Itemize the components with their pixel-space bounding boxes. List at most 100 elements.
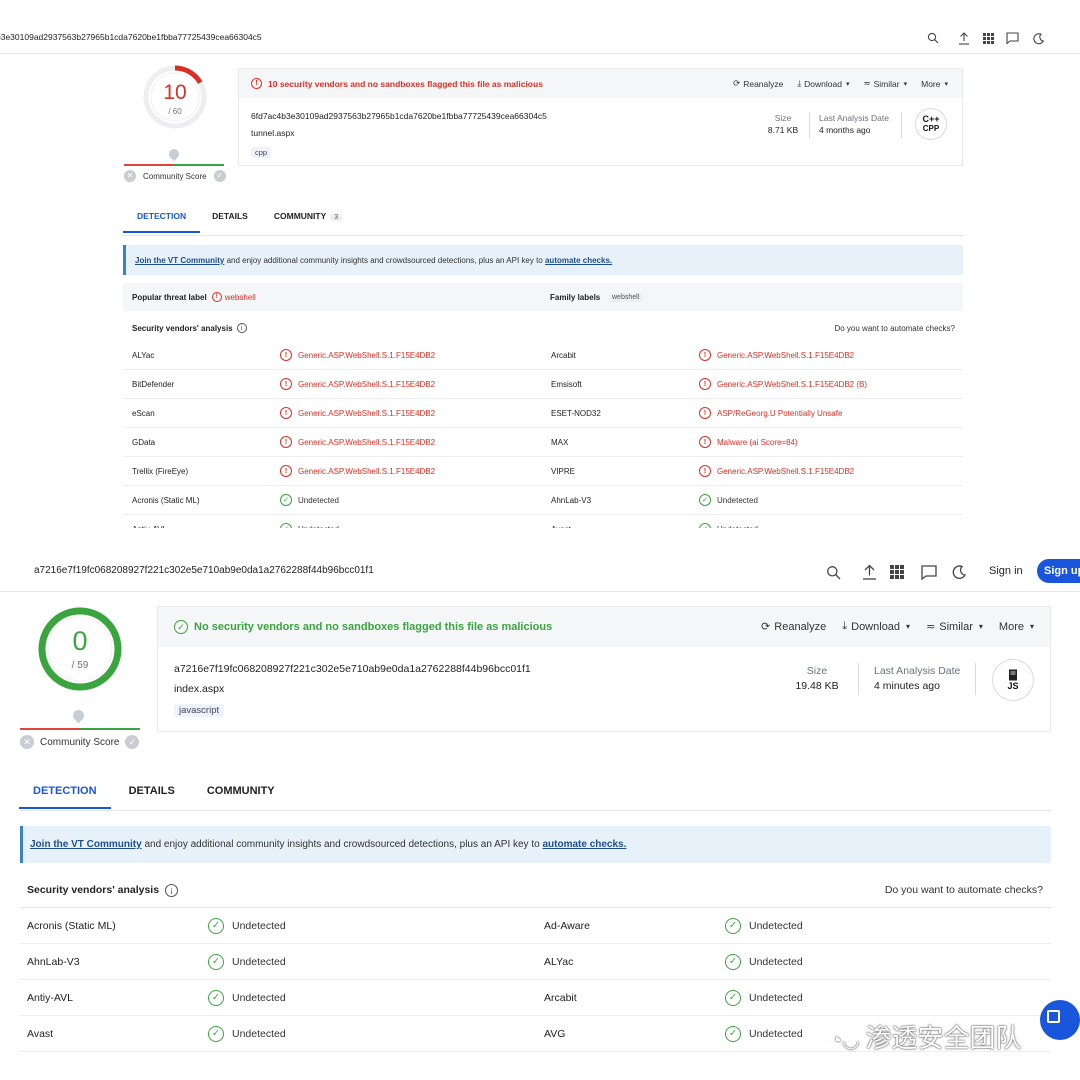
vendor-name: ALYac (544, 955, 574, 968)
search-icon[interactable] (924, 32, 942, 44)
undetected-result: ✓ Undetected (208, 917, 286, 934)
file-hash: 6fd7ac4b3e30109ad2937563b27965b1cda7620b… (251, 111, 547, 121)
result-label: Undetected (232, 955, 286, 968)
result-label: Undetected (232, 991, 286, 1004)
detection-score-total: / 59 (71, 660, 89, 671)
more-button[interactable]: More ▾ (999, 621, 1034, 633)
vote-down-icon[interactable]: ✕ (124, 170, 136, 182)
undetected-result: ✓ Undetected (208, 989, 286, 1006)
detection-score-value: 10 (163, 81, 187, 104)
file-tag[interactable]: javascript (174, 704, 225, 717)
tab-community[interactable]: COMMUNITY (207, 785, 275, 797)
vote-up-icon[interactable]: ✓ (213, 170, 226, 182)
vendor-name: BitDefender (132, 379, 175, 389)
detection-result: ! Generic.ASP.WebShell.S.1.F15E4DB2 (280, 378, 435, 390)
vendor-row: Antiy-AVL ✓ Undetected Avast ✓ Undetected (123, 515, 963, 528)
download-icon: ⤓ (842, 620, 848, 632)
family-label-chip[interactable]: webshell (609, 292, 643, 302)
file-size: Size 8.71 KB (767, 113, 799, 135)
chat-icon[interactable] (918, 564, 940, 580)
sign-in-link[interactable]: Sign in (989, 565, 1023, 577)
upload-icon[interactable] (955, 31, 973, 45)
tab-details[interactable]: DETAILS (212, 211, 248, 221)
apps-grid-icon[interactable] (979, 32, 997, 44)
result-label: ASP/ReGeorg.U Potentially Unsafe (717, 408, 843, 418)
similar-button[interactable]: ≂ Similar ▾ (926, 620, 983, 634)
bottom-screenshot: a7216e7f19fc068208927f221c302e5e710ab9e0… (0, 548, 1080, 1080)
vendor-name: GData (132, 437, 156, 447)
dark-mode-icon[interactable] (948, 564, 970, 580)
check-icon: ✓ (174, 620, 188, 634)
vendor-row: GData! Generic.ASP.WebShell.S.1.F15E4DB2 M… (123, 428, 963, 457)
detection-result: ! Generic.ASP.WebShell.S.1.F15E4DB2 (B) (699, 378, 867, 390)
alert-text: 10 security vendors and no sandboxes fla… (268, 78, 543, 89)
tab-community[interactable]: COMMUNITY 3 (274, 211, 343, 221)
join-community-link[interactable]: Join the VT Community (135, 256, 224, 265)
alert-icon: ! (699, 407, 711, 419)
check-icon: ✓ (280, 494, 292, 506)
result-label: Undetected (298, 525, 339, 529)
info-icon[interactable]: i (165, 883, 179, 897)
last-analysis-date: Last Analysis Date 4 minutes ago (874, 665, 961, 692)
vote-up-icon[interactable]: ✓ (125, 735, 140, 749)
vendors-header: Security vendors' analysis i Do you want… (132, 323, 955, 333)
tab-detection[interactable]: DETECTION (122, 211, 201, 233)
file-actions: ⟳ Reanalyze ⤓ Download ▾ ≂ Similar ▾ More ▾ (733, 78, 948, 89)
tab-detection[interactable]: DETECTION (19, 785, 111, 809)
undetected-result: ✓ Undetected (280, 523, 339, 528)
detection-result: ! Generic.ASP.WebShell.S.1.F15E4DB2 (699, 465, 854, 477)
community-score-bar (124, 164, 224, 166)
automate-checks-link[interactable]: automate checks. (545, 256, 612, 265)
tabs: DETECTION DETAILS COMMUNITY (19, 785, 275, 809)
automate-question[interactable]: Do you want to automate checks? (834, 324, 955, 333)
file-type-icon: JS (992, 659, 1034, 701)
chat-support-button[interactable] (1040, 1000, 1080, 1040)
automate-checks-link[interactable]: automate checks. (542, 839, 626, 850)
search-icon[interactable] (822, 565, 844, 580)
info-icon[interactable]: i (236, 323, 247, 333)
community-score-label: Community Score (143, 171, 207, 181)
result-label: Undetected (749, 991, 803, 1004)
header-icons (924, 28, 1047, 48)
file-tag[interactable]: cpp (251, 147, 272, 158)
join-community-link[interactable]: Join the VT Community (30, 839, 142, 850)
alert-icon: ! (699, 436, 711, 448)
reanalyze-button[interactable]: ⟳ Reanalyze (733, 78, 783, 89)
more-button[interactable]: More ▾ (921, 79, 948, 89)
sign-up-button[interactable]: Sign up (1037, 559, 1080, 583)
vendor-name: Avast (551, 525, 571, 529)
alert-icon: ! (280, 436, 292, 448)
check-icon: ✓ (699, 494, 711, 506)
download-button[interactable]: ⤓ Download ▾ (842, 620, 910, 633)
vote-down-icon[interactable]: ✕ (20, 735, 34, 749)
detection-result: ! Generic.ASP.WebShell.S.1.F15E4DB2 (280, 465, 435, 477)
check-icon: ✓ (208, 989, 224, 1006)
header-divider (0, 53, 1080, 54)
chat-icon[interactable] (1003, 32, 1021, 44)
apps-grid-icon[interactable] (886, 565, 908, 579)
result-label: Undetected (232, 919, 286, 932)
file-summary-card: ✓ No security vendors and no sandboxes f… (157, 606, 1051, 732)
download-button[interactable]: ⤓ Download ▾ (797, 78, 849, 89)
wechat-icon: ◔◡ (830, 1030, 860, 1052)
alert-icon: ! (211, 292, 222, 302)
vendor-row: Acronis (Static ML) ✓ Undetected Ad-Aware ✓ U… (20, 908, 1051, 944)
dark-mode-icon[interactable] (1029, 32, 1047, 45)
popular-threat-value[interactable]: webshell (225, 293, 256, 302)
check-icon: ✓ (725, 1025, 741, 1042)
check-icon: ✓ (725, 953, 741, 970)
header-hash: a7216e7f19fc068208927f221c302e5e710ab9e0… (34, 565, 374, 576)
vendors-table: ALYac! Generic.ASP.WebShell.S.1.F15E4DB2 A… (123, 341, 963, 528)
similar-button[interactable]: ≂ Similar ▾ (863, 78, 907, 89)
automate-question[interactable]: Do you want to automate checks? (885, 884, 1043, 896)
upload-icon[interactable] (858, 564, 880, 580)
undetected-result: ✓ Undetected (725, 1025, 803, 1042)
vendor-name: AhnLab-V3 (27, 955, 80, 968)
similar-icon: ≂ (863, 78, 871, 88)
reanalyze-button[interactable]: ⟳ Reanalyze (761, 620, 826, 634)
vendor-name: Antiy-AVL (27, 991, 73, 1004)
vendor-name: Ad-Aware (544, 919, 590, 932)
result-label: Generic.ASP.WebShell.S.1.F15E4DB2 (298, 437, 436, 447)
vendor-row: BitDefender ! Generic.ASP.WebShell.S.1.F15… (123, 370, 963, 399)
tab-details[interactable]: DETAILS (129, 785, 175, 797)
